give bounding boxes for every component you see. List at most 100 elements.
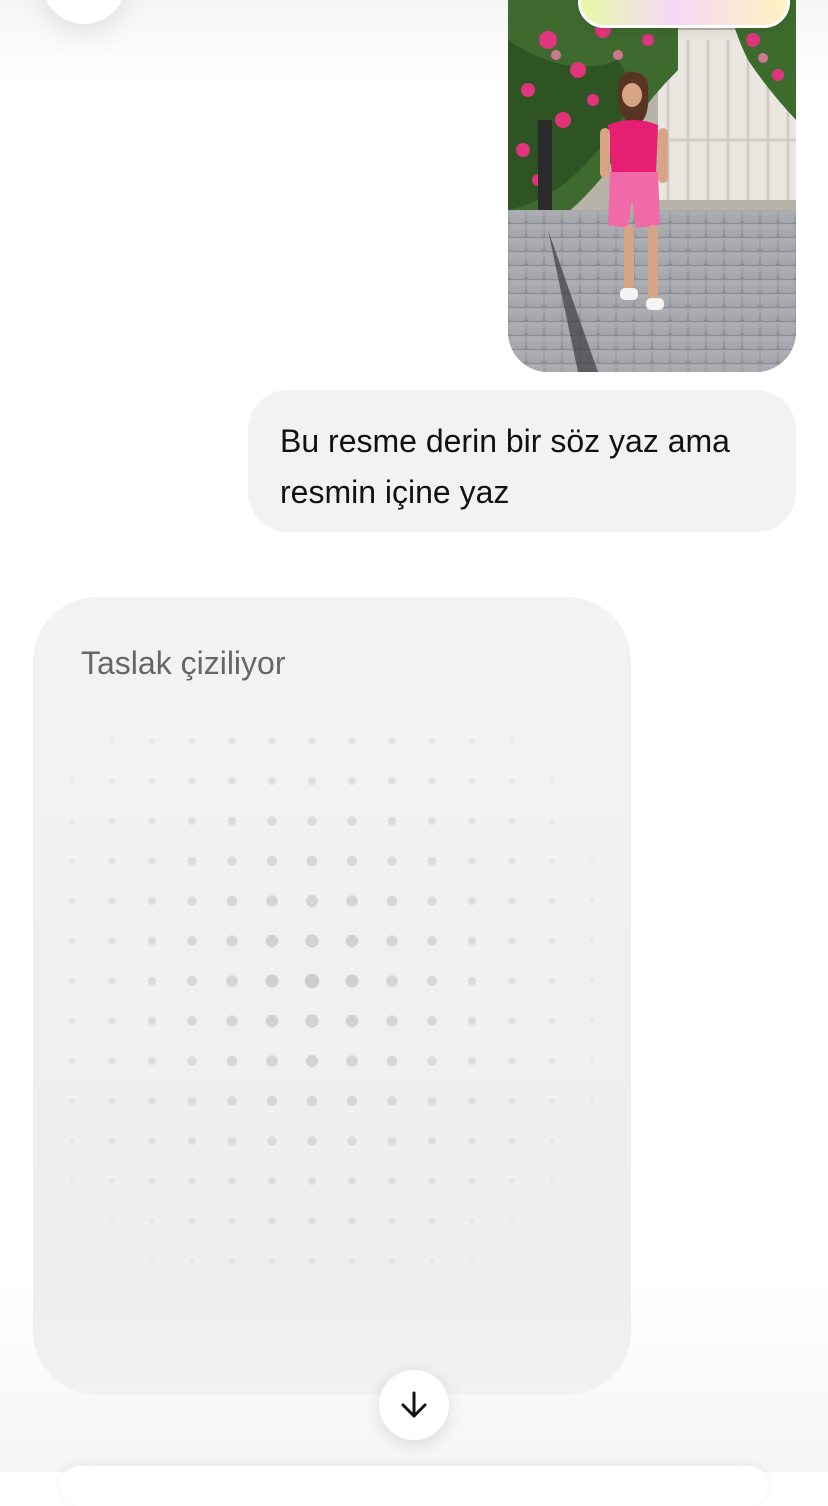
loading-dot	[69, 1098, 75, 1104]
loading-dot	[388, 737, 396, 745]
loading-dot	[226, 1015, 238, 1027]
loading-dot	[427, 1056, 437, 1066]
scroll-down-button[interactable]	[379, 1370, 449, 1440]
loading-dot	[386, 895, 398, 907]
loading-dot	[348, 777, 356, 785]
loading-dot	[348, 737, 356, 745]
loading-dot	[70, 779, 74, 783]
loading-dot	[388, 1177, 396, 1185]
loading-dot	[550, 1179, 554, 1183]
loading-dot	[549, 1098, 555, 1104]
loading-dot	[70, 1179, 74, 1183]
loading-dot	[469, 1178, 475, 1184]
top-action-pill[interactable]	[578, 0, 790, 28]
loading-dot	[550, 1219, 554, 1223]
loading-dot	[188, 1177, 196, 1185]
loading-dot-grid	[69, 737, 595, 1264]
loading-dot	[346, 855, 358, 867]
loading-dot	[345, 1014, 359, 1028]
loading-dot	[187, 936, 197, 946]
loading-dot	[467, 976, 477, 986]
loading-dot	[427, 1096, 437, 1106]
loading-dot	[268, 777, 276, 785]
loading-dot	[510, 1219, 514, 1223]
loading-dot	[467, 896, 477, 906]
loading-dot	[305, 1014, 319, 1028]
loading-dot	[108, 937, 116, 945]
loading-dot	[150, 1259, 154, 1263]
loading-dot	[307, 816, 317, 826]
loading-dot	[550, 739, 554, 743]
loading-dot	[266, 855, 278, 867]
loading-dot	[590, 859, 594, 863]
loading-dot	[508, 977, 516, 985]
loading-dot	[470, 1259, 474, 1263]
loading-dot	[149, 738, 155, 744]
loading-dot	[346, 1095, 358, 1107]
loading-dot	[266, 1055, 278, 1067]
loading-dot	[108, 1017, 116, 1025]
user-message-bubble[interactable]: Bu resme derin bir söz yaz ama resmin iç…	[248, 390, 796, 532]
loading-dot	[266, 1095, 278, 1107]
loading-dot	[69, 858, 75, 864]
loading-dot	[509, 1178, 515, 1184]
loading-dot	[467, 1016, 477, 1026]
loading-dot	[427, 936, 437, 946]
loading-dot	[347, 1136, 357, 1146]
loading-dot	[69, 978, 75, 984]
loading-dot	[589, 938, 595, 944]
loading-dot	[508, 1017, 516, 1025]
loading-dot	[307, 1136, 317, 1146]
loading-dot	[265, 934, 279, 948]
loading-dot	[148, 857, 156, 865]
loading-dot	[469, 778, 475, 784]
loading-dot	[306, 1095, 318, 1107]
loading-dot	[467, 936, 477, 946]
loading-dot	[227, 1096, 237, 1106]
loading-dot	[109, 1178, 115, 1184]
loading-dot	[508, 897, 516, 905]
loading-dot	[387, 1136, 397, 1146]
loading-dot	[349, 1258, 355, 1264]
loading-dot	[147, 896, 157, 906]
loading-dot	[228, 777, 236, 785]
loading-dot	[429, 738, 435, 744]
loading-dot	[186, 975, 198, 987]
loading-dot	[508, 937, 516, 945]
loading-dot	[389, 1258, 395, 1264]
loading-dot	[510, 1259, 514, 1263]
message-composer[interactable]	[60, 1466, 768, 1506]
loading-dot	[108, 897, 116, 905]
loading-dot	[188, 817, 196, 825]
loading-dot	[508, 857, 516, 865]
loading-dot	[109, 778, 115, 784]
loading-dot	[189, 1218, 195, 1224]
loading-dot	[468, 1097, 476, 1105]
loading-dot	[549, 938, 555, 944]
loading-dot	[469, 1218, 475, 1224]
loading-dot	[110, 739, 114, 743]
loading-dot	[386, 935, 398, 947]
loading-dot	[70, 739, 74, 743]
loading-dot	[69, 818, 75, 824]
loading-dot	[266, 895, 278, 907]
loading-dot	[69, 938, 75, 944]
loading-dot	[187, 1016, 197, 1026]
loading-dot	[590, 1139, 594, 1143]
loading-dot	[188, 777, 196, 785]
loading-dot	[428, 777, 436, 785]
loading-dot	[69, 1058, 75, 1064]
loading-dot	[109, 818, 115, 824]
loading-dot	[306, 855, 318, 867]
image-generation-card: Taslak çiziliyor	[33, 597, 631, 1395]
loading-dot	[148, 1137, 156, 1145]
loading-dot	[108, 977, 116, 985]
loading-dot	[108, 1097, 116, 1105]
loading-dot	[226, 975, 238, 987]
loading-dot	[549, 818, 555, 824]
loading-dot	[147, 976, 157, 986]
sent-photo[interactable]	[508, 0, 796, 372]
loading-dot	[348, 1177, 356, 1185]
loading-dot	[429, 1258, 435, 1264]
loading-dot	[509, 1138, 515, 1144]
